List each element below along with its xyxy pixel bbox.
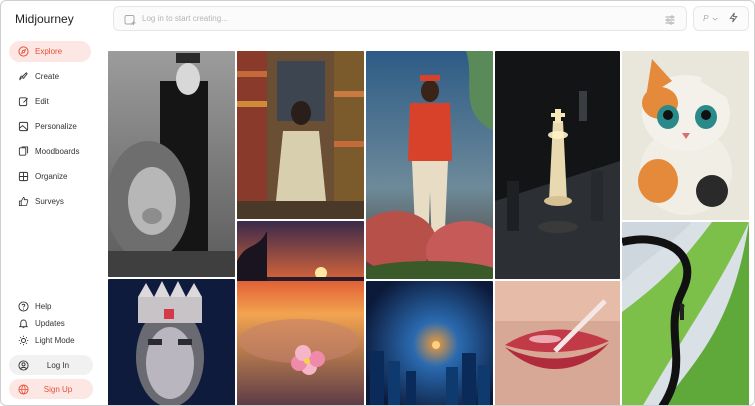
nav-item-explore[interactable]: Explore	[9, 41, 91, 62]
signup-button[interactable]: Sign Up	[9, 379, 93, 399]
signup-label: Sign Up	[43, 384, 73, 394]
edit-icon	[17, 96, 29, 108]
nav-item-personalize[interactable]: Personalize	[9, 116, 91, 137]
login-label: Log In	[46, 360, 70, 370]
help-label: Help	[35, 302, 52, 311]
updates-link[interactable]: Updates	[9, 315, 93, 332]
palette-icon	[17, 121, 29, 133]
light-mode-toggle[interactable]: Light Mode	[9, 332, 93, 349]
gallery-image-man-flowers[interactable]	[366, 51, 493, 279]
light-mode-label: Light Mode	[35, 336, 75, 345]
nav-item-moodboards[interactable]: Moodboards	[9, 141, 91, 162]
gallery-image-lion-queen[interactable]	[108, 51, 235, 277]
gallery-image-chess-king[interactable]	[495, 51, 620, 279]
settings-sliders-icon[interactable]	[664, 13, 676, 25]
nav-label: Edit	[35, 97, 49, 106]
add-image-icon[interactable]	[124, 13, 136, 25]
prompt-bar[interactable]	[113, 6, 687, 31]
help-icon	[17, 301, 29, 313]
gallery-image-library-girl[interactable]	[237, 51, 364, 219]
gallery-image-neon-city[interactable]	[366, 281, 493, 405]
compass-icon	[17, 46, 29, 58]
nav-label: Create	[35, 72, 60, 81]
nav-label: Personalize	[35, 122, 77, 131]
nav-label: Moodboards	[35, 147, 80, 156]
grid-icon	[17, 171, 29, 183]
updates-label: Updates	[35, 319, 65, 328]
gallery-image-crown-mask[interactable]	[108, 279, 235, 405]
top-right-controls: P	[693, 6, 749, 31]
nav-label: Surveys	[35, 197, 64, 206]
brush-icon	[17, 71, 29, 83]
gallery-image-glossy-lips[interactable]	[495, 281, 620, 405]
nav-item-organize[interactable]: Organize	[9, 166, 91, 187]
main-nav: Explore Create Edit Personalize Moodboar…	[9, 41, 91, 216]
nav-label: Explore	[35, 47, 63, 56]
sidebar-footer: Help Updates Light Mode Log In Sign Up	[9, 298, 93, 399]
globe-icon	[17, 383, 29, 395]
nav-item-surveys[interactable]: Surveys	[9, 191, 91, 212]
gallery-image-sunset-flower[interactable]	[237, 221, 364, 405]
user-icon	[17, 359, 29, 371]
lightning-icon	[729, 12, 738, 23]
chevron-down-icon	[711, 17, 718, 21]
personalize-dropdown[interactable]: P	[703, 14, 718, 23]
sun-icon	[17, 335, 29, 347]
prompt-input[interactable]	[142, 14, 664, 23]
nav-label: Organize	[35, 172, 68, 181]
moodboard-icon	[17, 146, 29, 158]
login-button[interactable]: Log In	[9, 355, 93, 375]
app-window: Midjourney Explore Create Edit Personali…	[0, 0, 755, 406]
bell-icon	[17, 318, 29, 330]
thumbs-up-icon	[17, 196, 29, 208]
gallery-image-green-path[interactable]	[622, 222, 749, 405]
personalize-p-label: P	[703, 14, 709, 23]
gallery-image-cat-painting[interactable]	[622, 51, 749, 220]
nav-item-create[interactable]: Create	[9, 66, 91, 87]
help-link[interactable]: Help	[9, 298, 93, 315]
explore-gallery	[108, 51, 749, 405]
nav-item-edit[interactable]: Edit	[9, 91, 91, 112]
sidebar: Midjourney Explore Create Edit Personali…	[1, 1, 101, 405]
speed-toggle[interactable]	[728, 12, 739, 25]
app-logo[interactable]: Midjourney	[15, 12, 74, 26]
